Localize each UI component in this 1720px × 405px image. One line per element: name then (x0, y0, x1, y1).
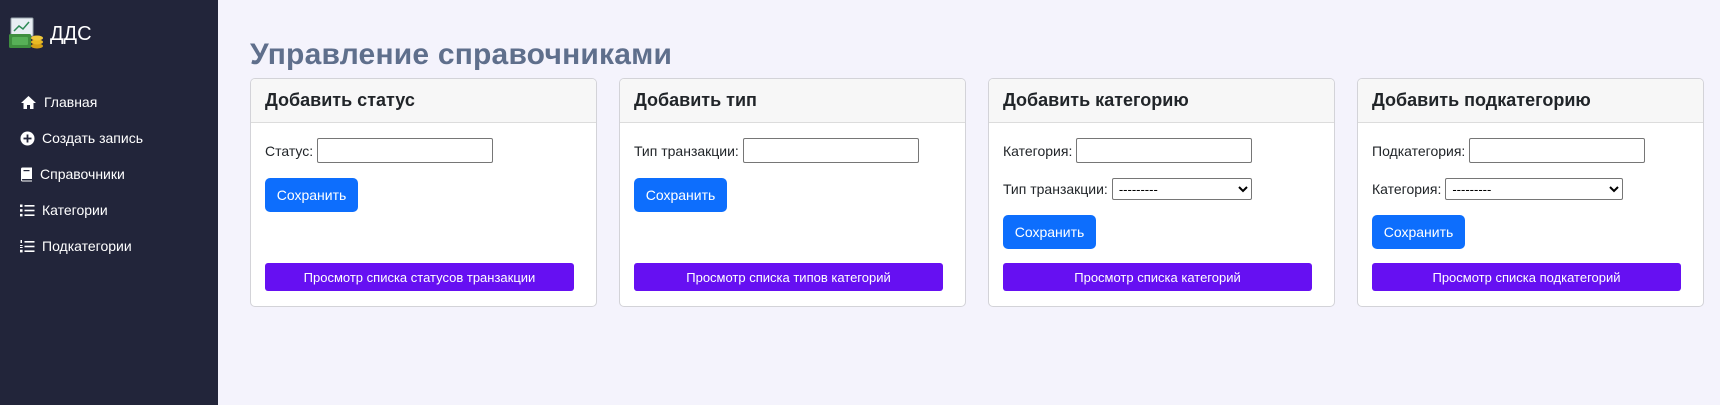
card-title: Добавить категорию (989, 79, 1334, 123)
view-statuses-button[interactable]: Просмотр списка статусов транзакции (265, 263, 574, 291)
book-icon (21, 167, 32, 181)
subcategory-category-row: Категория: --------- (1372, 178, 1624, 200)
category-label: Категория: (1003, 142, 1073, 159)
brand-title: ДДС (50, 23, 92, 45)
card-add-subcategory: Добавить подкатегорию Подкатегория: Кате… (1357, 78, 1704, 307)
status-input[interactable] (317, 138, 494, 163)
subcategory-label: Подкатегория: (1372, 142, 1466, 159)
list-icon (20, 204, 35, 216)
nav-item-references[interactable]: Справочники (20, 156, 143, 192)
nav-item-label: Создать запись (42, 130, 143, 146)
card-add-category: Добавить категорию Категория: Тип транза… (988, 78, 1335, 307)
type-field-row: Тип транзакции: (634, 138, 919, 163)
category-label: Категория: (1372, 181, 1442, 197)
transaction-type-select[interactable]: --------- (1111, 178, 1252, 200)
page-title: Управление справочниками (250, 38, 673, 71)
list-ordered-icon (20, 239, 35, 252)
view-categories-button[interactable]: Просмотр списка категорий (1003, 263, 1312, 291)
subcategory-input[interactable] (1469, 138, 1646, 163)
status-field-row: Статус: (265, 138, 494, 163)
card-title: Добавить статус (251, 79, 596, 123)
nav-item-label: Категории (42, 202, 108, 218)
nav-item-categories[interactable]: Категории (20, 192, 143, 228)
view-subcategories-button[interactable]: Просмотр списка подкатегорий (1372, 263, 1681, 291)
transaction-type-label: Тип транзакции: (1003, 181, 1108, 197)
category-field-row: Категория: (1003, 138, 1253, 163)
view-types-button[interactable]: Просмотр списка типов категорий (634, 263, 943, 291)
finance-logo-icon (9, 17, 43, 49)
category-input[interactable] (1076, 138, 1253, 163)
plus-circle-icon (20, 131, 35, 145)
subcategory-field-row: Подкатегория: (1372, 138, 1646, 163)
card-add-type: Добавить тип Тип транзакции: Сохранить П… (619, 78, 966, 307)
sidebar-nav: Главная Создать запись Справочники Катег… (20, 84, 143, 264)
home-icon (21, 95, 36, 109)
save-subcategory-button[interactable]: Сохранить (1372, 215, 1465, 249)
sidebar: ДДС Главная Создать запись Справочники К… (0, 0, 218, 405)
card-add-status: Добавить статус Статус: Сохранить Просмо… (250, 78, 597, 307)
nav-item-subcategories[interactable]: Подкатегории (20, 228, 143, 264)
nav-item-label: Главная (44, 94, 98, 110)
save-status-button[interactable]: Сохранить (265, 178, 358, 212)
category-type-row: Тип транзакции: --------- (1003, 178, 1252, 200)
transaction-type-input[interactable] (742, 138, 919, 163)
category-select[interactable]: --------- (1445, 178, 1624, 200)
nav-item-home[interactable]: Главная (20, 84, 143, 120)
card-title: Добавить подкатегорию (1358, 79, 1703, 123)
save-type-button[interactable]: Сохранить (634, 178, 727, 212)
nav-item-create-record[interactable]: Создать запись (20, 120, 143, 156)
status-label: Статус: (265, 142, 314, 159)
nav-item-label: Справочники (40, 166, 125, 182)
nav-item-label: Подкатегории (42, 238, 132, 254)
transaction-type-label: Тип транзакции: (634, 142, 739, 159)
save-category-button[interactable]: Сохранить (1003, 215, 1096, 249)
card-title: Добавить тип (620, 79, 965, 123)
brand[interactable]: ДДС (8, 16, 92, 52)
main-content: Управление справочниками Добавить статус… (218, 0, 1720, 405)
